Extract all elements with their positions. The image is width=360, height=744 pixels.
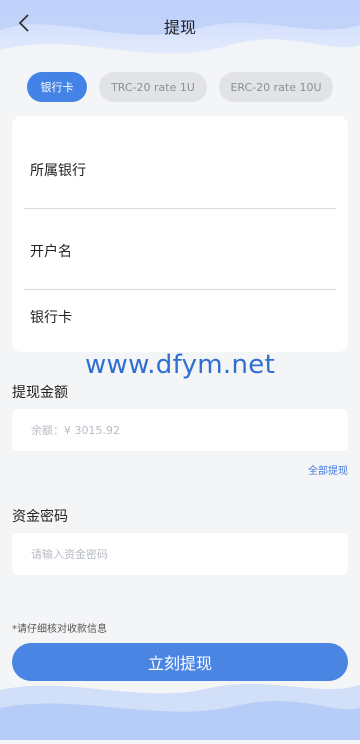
withdraw-all-link[interactable]: 全部提现	[308, 462, 348, 477]
verify-notice: *请仔细核对收款信息	[12, 624, 107, 635]
amount-input-box	[12, 409, 348, 451]
bank-name-field[interactable]: 所属银行	[30, 160, 86, 180]
divider	[24, 289, 336, 290]
account-holder-field[interactable]: 开户名	[30, 241, 72, 261]
tab-erc20[interactable]: ERC-20 rate 10U	[219, 72, 333, 102]
bottom-wave-decoration	[0, 670, 360, 740]
password-label: 资金密码	[12, 509, 68, 525]
password-input[interactable]	[31, 547, 331, 561]
bank-card-field[interactable]: 银行卡	[30, 307, 72, 327]
amount-label: 提现金额	[12, 385, 68, 401]
withdraw-method-tabs: 银行卡 TRC-20 rate 1U ERC-20 rate 10U	[27, 72, 333, 102]
password-input-box	[12, 533, 348, 575]
tab-bank-card[interactable]: 银行卡	[27, 72, 87, 102]
bank-info-card: 所属银行 开户名 银行卡	[12, 116, 348, 352]
amount-input[interactable]	[31, 423, 331, 437]
header: 提现	[0, 0, 360, 50]
tab-trc20[interactable]: TRC-20 rate 1U	[99, 72, 207, 102]
watermark-text: www.dfym.net	[84, 350, 276, 380]
page-title: 提现	[163, 18, 196, 37]
divider	[24, 208, 336, 209]
